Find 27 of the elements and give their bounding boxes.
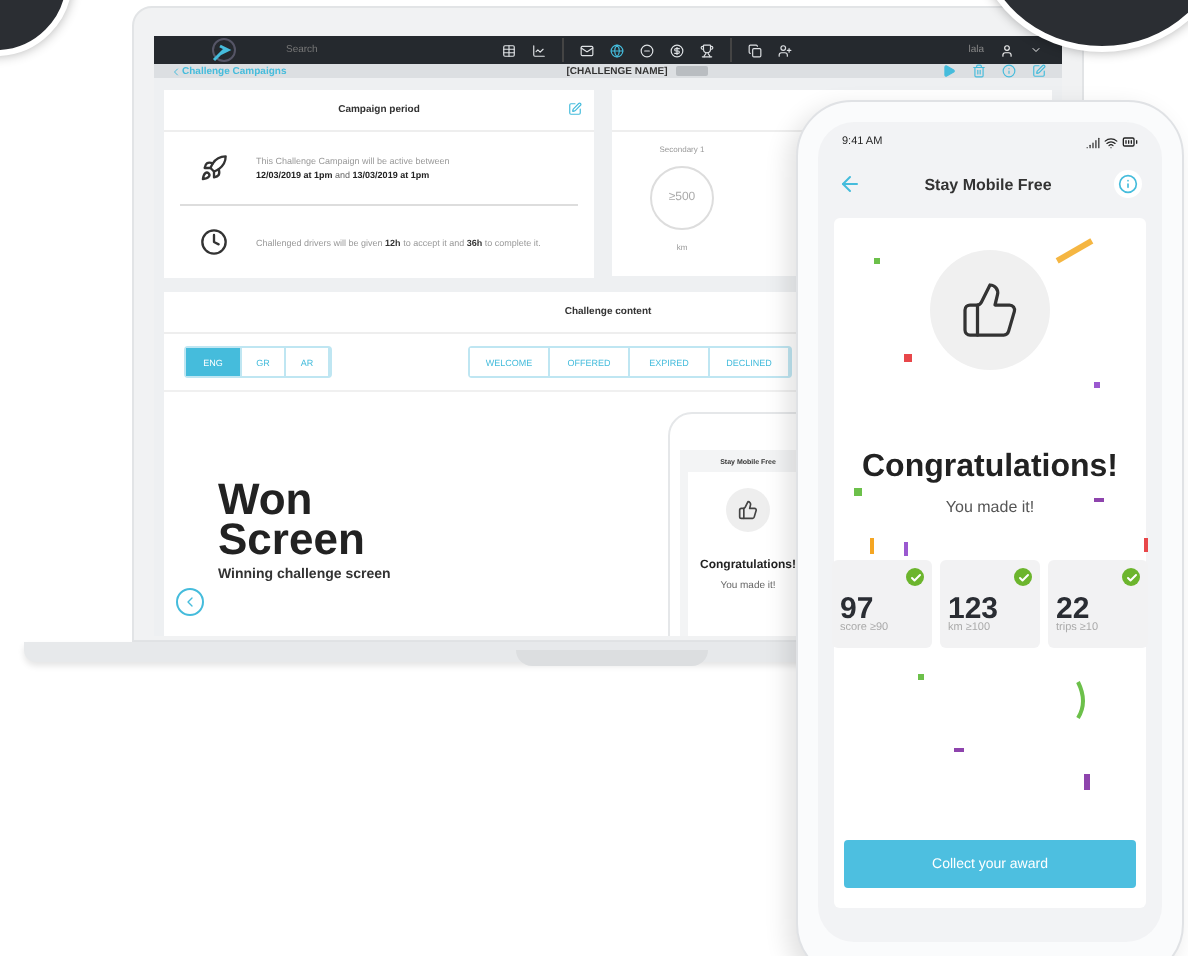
dollar-icon[interactable] [670,43,684,57]
chart-icon[interactable] [532,43,546,57]
stat-value: 97 [840,596,874,622]
logo-icon [210,36,238,64]
copy-icon[interactable] [748,43,762,57]
preview-title: Won Screen [218,480,367,560]
chevron-left-icon [182,594,198,610]
mail-icon[interactable] [580,43,594,57]
stat-value: 123 [948,596,1001,622]
battery-icon [1122,134,1138,150]
app-title: Stay Mobile Free [924,175,1052,193]
chevron-down-icon[interactable] [1030,44,1042,56]
rocket-icon [200,154,228,182]
user-icon[interactable] [1000,43,1014,57]
circle-icon[interactable] [640,43,654,57]
status-badge [675,66,708,76]
trophy-icon[interactable] [700,43,714,57]
clock-icon [200,228,228,256]
congratulations-heading: Congratulations! [862,450,1118,486]
signal-icon [1086,135,1100,149]
wifi-icon [1104,135,1118,149]
message-text: You made it! [945,498,1035,516]
stat-value: 22 [1056,596,1090,622]
table-icon[interactable] [502,43,516,57]
user-plus-icon[interactable] [778,43,792,57]
globe-icon[interactable] [610,43,624,57]
thumbs-up-icon [726,488,770,532]
